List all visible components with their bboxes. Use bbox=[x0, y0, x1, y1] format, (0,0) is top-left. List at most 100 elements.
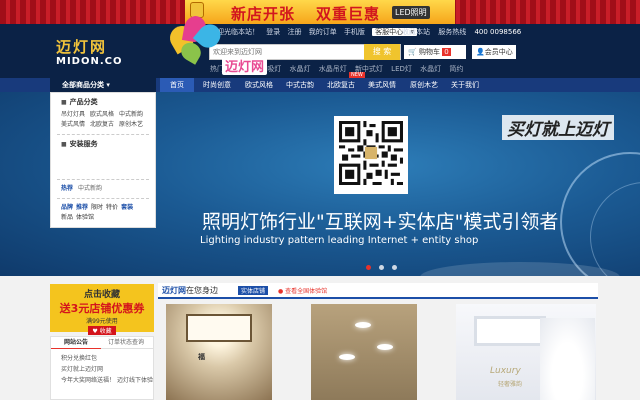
quick-link[interactable]: 限时 bbox=[91, 204, 103, 211]
service-center-label: 客服中心 bbox=[375, 28, 404, 36]
hot-search-word[interactable]: 水晶灯 bbox=[289, 65, 310, 73]
favorite-promo[interactable]: 点击收藏 送3元店铺优惠券 满99元使用 ♥ 收藏 bbox=[50, 284, 154, 335]
products-title: 迈灯网在您身边 bbox=[162, 285, 218, 296]
luxury-subtext: 轻奢雅韵 bbox=[498, 381, 523, 388]
tab-announcements[interactable]: 网站公告 bbox=[51, 337, 101, 349]
curtain-right bbox=[450, 0, 640, 24]
hot-search-word[interactable]: 水晶灯 bbox=[420, 65, 441, 73]
carousel-dots bbox=[366, 263, 402, 273]
user-icon: 👤 bbox=[476, 48, 485, 56]
promo-line-2: 送3元店铺优惠券 bbox=[59, 302, 145, 315]
hero-tagline-en: Lighting industry pattern leading Intern… bbox=[200, 235, 479, 246]
news-item: 今年大奖网络送福！ 迈灯线下体验 bbox=[61, 375, 153, 386]
ceiling-lamp-image bbox=[186, 314, 252, 342]
quick-link[interactable]: 品牌 bbox=[61, 204, 73, 211]
product-card[interactable] bbox=[166, 304, 272, 400]
product-card[interactable] bbox=[311, 304, 417, 400]
news-tabs: 网站公告 订单状态查询 bbox=[51, 337, 153, 349]
luxury-text: Luxury bbox=[490, 366, 521, 376]
hot-search-word[interactable]: 简约 bbox=[449, 65, 463, 73]
mobile-link[interactable]: 手机版 bbox=[344, 28, 365, 36]
cart-button[interactable]: 🛒 购物车 0 bbox=[404, 45, 466, 59]
nav-item-about[interactable]: 关于我们 bbox=[451, 78, 479, 92]
hero-logo-text: 迈灯网 bbox=[222, 56, 268, 75]
sidebar-hot-link[interactable]: 中式新韵 bbox=[78, 185, 102, 192]
banner-text-2: 双重巨惠 bbox=[316, 5, 381, 23]
carousel-dot[interactable] bbox=[366, 265, 371, 270]
products-title-brand: 迈灯网 bbox=[162, 286, 186, 295]
curtain-left bbox=[0, 0, 190, 24]
pendant-lamp-image bbox=[355, 322, 371, 328]
all-categories-label: 全部商品分类 bbox=[62, 81, 104, 89]
top-promo-banner[interactable]: 新店开张 双重巨惠 LED照明 bbox=[0, 0, 640, 24]
sidebar-section-install[interactable]: 安装服务 bbox=[61, 139, 155, 149]
pendant-lamp-image bbox=[339, 354, 355, 360]
banner-badge: LED照明 bbox=[392, 6, 430, 19]
quick-link[interactable]: 特价 bbox=[106, 204, 118, 211]
new-badge: NEW bbox=[349, 72, 365, 78]
cart-icon: 🛒 bbox=[408, 48, 417, 56]
register-link[interactable]: 注册 bbox=[287, 28, 301, 36]
sidebar-links: 吊灯灯具 欧式风格 中式新韵 美式风情 北欧复古 原创木艺 bbox=[61, 110, 155, 130]
my-orders-link[interactable]: 我的订单 bbox=[309, 28, 337, 36]
location-link-label: 查看全国体验馆 bbox=[285, 288, 328, 295]
site-logo[interactable]: 迈灯网 MIDON.CO bbox=[56, 36, 122, 67]
news-list: 积分兑换红包 买灯就上迈灯网 今年大奖网络送福！ 迈灯线下体验 bbox=[51, 349, 153, 386]
favorite-site-link[interactable]: 收藏本站 bbox=[402, 28, 430, 36]
promo-line-3: 满99元使用 bbox=[86, 318, 118, 325]
member-center-label: 会员中心 bbox=[484, 48, 513, 56]
quick-link[interactable]: 推荐 bbox=[76, 204, 88, 211]
member-center-button[interactable]: 👤会员中心 bbox=[472, 45, 516, 59]
sidebar-link[interactable]: 吊灯灯具 bbox=[61, 111, 85, 118]
hot-search-word[interactable]: 水晶吊灯 bbox=[319, 65, 347, 73]
tab-order-status[interactable]: 订单状态查询 bbox=[101, 337, 151, 348]
news-item[interactable]: 今年大奖网络送福！ bbox=[61, 377, 115, 384]
search-button[interactable]: 搜 索 bbox=[364, 44, 400, 60]
products-title-rest: 在您身边 bbox=[186, 286, 218, 295]
sidebar-link[interactable]: 美式风情 bbox=[61, 121, 85, 128]
qr-code-graphic bbox=[339, 121, 403, 185]
news-panel: 网站公告 订单状态查询 积分兑换红包 买灯就上迈灯网 今年大奖网络送福！ 迈灯线下… bbox=[50, 336, 154, 400]
category-sidebar: 产品分类 吊灯灯具欧式风格中式新韵 美式风情北欧复古原创木艺 安装服务 热荐 中… bbox=[50, 92, 156, 228]
news-item[interactable]: 买灯就上迈灯网 bbox=[61, 364, 147, 375]
quick-link[interactable]: 体验馆 bbox=[76, 214, 94, 221]
all-categories-button[interactable]: 全部商品分类 ▾ bbox=[50, 78, 156, 92]
carousel-dot[interactable] bbox=[378, 265, 384, 270]
nav-item-nordic[interactable]: 北欧复古 bbox=[327, 78, 355, 92]
qr-code bbox=[334, 116, 408, 194]
hot-search-word[interactable]: LED灯 bbox=[391, 65, 412, 73]
hero-logo: 迈灯网 bbox=[165, 14, 288, 76]
cart-count-badge: 0 bbox=[442, 48, 451, 56]
hero-slogan: 买灯就上迈灯 bbox=[502, 115, 614, 140]
logo-text-en: MIDON.CO bbox=[56, 56, 123, 67]
cart-label: 购物车 bbox=[418, 48, 440, 56]
promo-favorite-button[interactable]: ♥ 收藏 bbox=[88, 326, 116, 335]
site-header: 迈灯网 MIDON.CO 欢迎光临本站！ 登录 注册 我的订单 手机版 客服中心… bbox=[0, 24, 640, 78]
sidebar-section-products[interactable]: 产品分类 bbox=[61, 97, 155, 107]
news-item[interactable]: 迈灯线下体验 bbox=[117, 377, 153, 384]
quick-link[interactable]: 新品 bbox=[61, 214, 73, 221]
nav-item-home[interactable]: 首页 bbox=[160, 78, 194, 92]
model-image bbox=[540, 318, 595, 400]
sidebar-link[interactable]: 原创木艺 bbox=[119, 121, 143, 128]
sidebar-hot-label: 热荐 bbox=[61, 185, 74, 192]
nav-item-european[interactable]: 欧式风格 bbox=[245, 78, 273, 92]
news-item[interactable]: 积分兑换红包 bbox=[61, 353, 147, 364]
sidebar-hot-row: 热荐 中式新韵 bbox=[61, 184, 155, 194]
carousel-dot[interactable] bbox=[391, 265, 397, 270]
right-links: 收藏本站 服务热线 400 0098566 bbox=[402, 27, 527, 37]
location-link[interactable]: ● 查看全国体验馆 bbox=[278, 286, 327, 295]
products-header: 迈灯网在您身边 实体店铺 ● 查看全国体验馆 bbox=[158, 283, 598, 299]
sidebar-link[interactable]: 中式新韵 bbox=[119, 111, 143, 118]
hero-tagline-cn: 照明灯饰行业"互联网+实体店"模式引领者 bbox=[202, 211, 559, 233]
nav-item-chinese[interactable]: 中式古韵 bbox=[286, 78, 314, 92]
nav-item-fashion[interactable]: 时尚创意 bbox=[203, 78, 231, 92]
sidebar-link[interactable]: 欧式风格 bbox=[90, 111, 114, 118]
sidebar-link[interactable]: 北欧复古 bbox=[90, 121, 114, 128]
products-tag: 实体店铺 bbox=[238, 286, 269, 295]
nav-item-american[interactable]: 美式风情 bbox=[368, 78, 396, 92]
promo-line-1: 点击收藏 bbox=[83, 290, 120, 300]
nav-item-wood[interactable]: 原创木艺 bbox=[410, 78, 438, 92]
hotline-label: 服务热线 bbox=[438, 28, 467, 36]
quick-link[interactable]: 套装 bbox=[121, 204, 133, 211]
